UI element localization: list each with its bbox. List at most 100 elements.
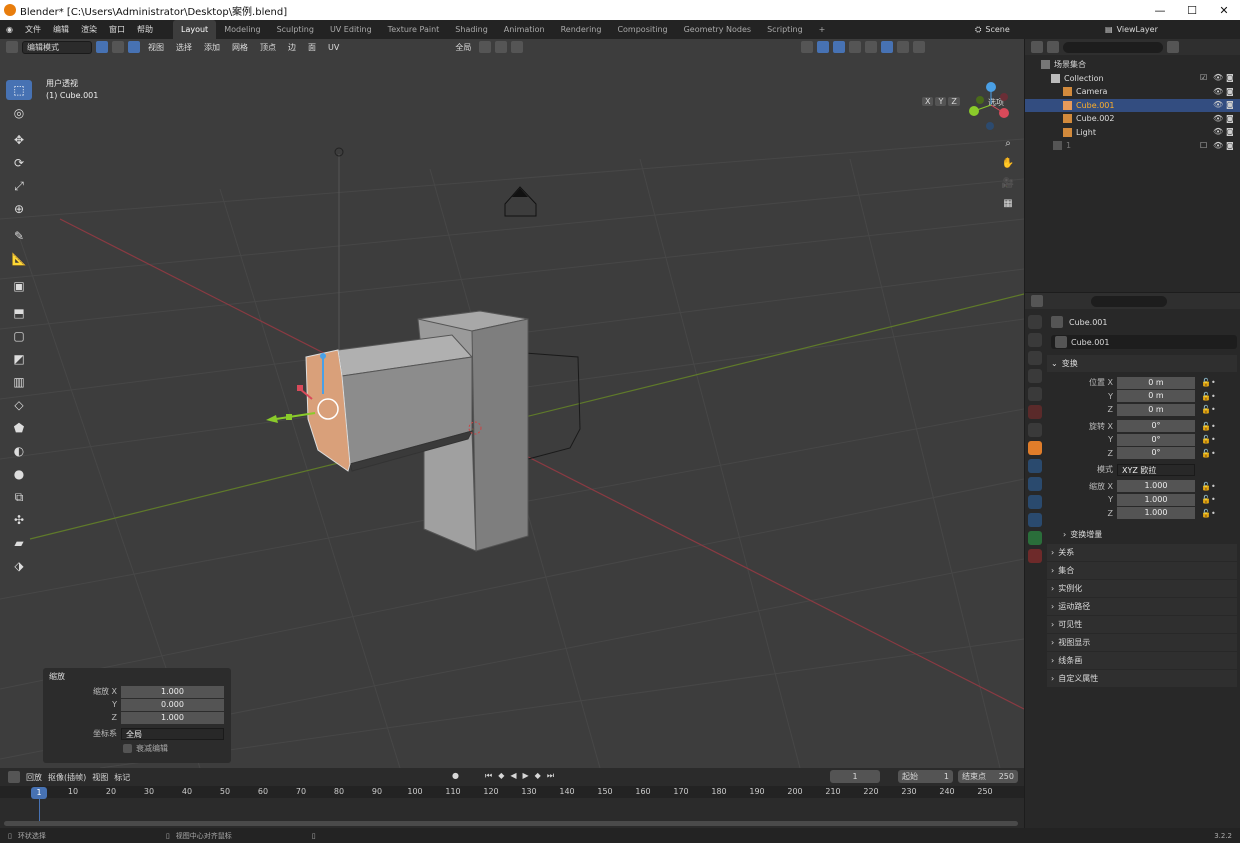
- menu-vertex[interactable]: 顶点: [256, 42, 280, 53]
- output-tab-icon[interactable]: [1028, 351, 1042, 365]
- camera-icon[interactable]: ◙: [1226, 141, 1234, 150]
- menu-file[interactable]: 文件: [19, 24, 47, 35]
- inset-tool-icon[interactable]: ▢: [6, 326, 32, 346]
- camera-icon[interactable]: ◙: [1226, 101, 1234, 109]
- outliner-row-camera[interactable]: Camera 👁 ◙: [1025, 85, 1240, 99]
- add-cube-tool-icon[interactable]: ▣: [6, 276, 32, 296]
- camera-object[interactable]: [504, 186, 537, 217]
- edge-select-icon[interactable]: [112, 41, 124, 53]
- tab-scripting[interactable]: Scripting: [759, 20, 811, 39]
- proportional-edit-icon[interactable]: [511, 41, 524, 53]
- lock-icon[interactable]: 🔓: [1201, 422, 1211, 431]
- visibility-icon[interactable]: [801, 41, 814, 53]
- jump-end-icon[interactable]: ⏭: [547, 771, 554, 781]
- menu-playback[interactable]: 回放: [26, 772, 42, 783]
- last-operator-panel[interactable]: 缩放 缩放 X 1.000 Y 0.000 Z 1.000 坐标系 全局 衰减编…: [43, 668, 231, 763]
- lock-icon[interactable]: 🔓: [1201, 495, 1211, 504]
- play-icon[interactable]: ▶: [523, 771, 529, 781]
- menu-window[interactable]: 窗口: [103, 24, 131, 35]
- tab-texture-paint[interactable]: Texture Paint: [380, 20, 448, 39]
- rotation-z-field[interactable]: 0°: [1117, 447, 1195, 460]
- menu-select[interactable]: 选择: [172, 42, 196, 53]
- jump-start-icon[interactable]: ⏮: [485, 771, 492, 781]
- orientation-selector[interactable]: 全局: [451, 42, 475, 53]
- camera-view-icon[interactable]: 🎥: [1000, 176, 1016, 192]
- 3d-viewport[interactable]: 编辑模式 视图 选择 添加 网格 顶点 边 面 UV 全局 X Y Z 选项 用…: [0, 39, 1024, 768]
- menu-timeline-view[interactable]: 视图: [92, 772, 108, 783]
- close-button[interactable]: ✕: [1208, 4, 1240, 17]
- display-mode-icon[interactable]: [1047, 41, 1059, 53]
- material-tab-icon[interactable]: [1028, 549, 1042, 563]
- camera-icon[interactable]: ◙: [1226, 114, 1234, 123]
- ortho-grid-icon[interactable]: ▦: [1000, 196, 1016, 212]
- move-tool-icon[interactable]: ✥: [6, 130, 32, 150]
- editor-type-icon[interactable]: [6, 41, 18, 53]
- maximize-button[interactable]: ☐: [1176, 4, 1208, 17]
- rotation-x-field[interactable]: 0°: [1117, 420, 1195, 433]
- tab-sculpting[interactable]: Sculpting: [269, 20, 322, 39]
- menu-add[interactable]: 添加: [200, 42, 224, 53]
- face-select-icon[interactable]: [128, 41, 140, 53]
- menu-render[interactable]: 渲染: [75, 24, 103, 35]
- checkbox-icon[interactable]: ☐: [1200, 141, 1208, 150]
- eye-icon[interactable]: 👁: [1213, 101, 1223, 109]
- timeline-scrollbar[interactable]: [4, 821, 1018, 826]
- menu-edit[interactable]: 编辑: [47, 24, 75, 35]
- object-tab-icon[interactable]: [1028, 441, 1042, 455]
- constraints-tab-icon[interactable]: [1028, 513, 1042, 527]
- lock-icon[interactable]: 🔓: [1201, 482, 1211, 491]
- measure-tool-icon[interactable]: 📐: [6, 249, 32, 269]
- section-instancing[interactable]: › 实例化: [1047, 580, 1237, 597]
- render-tab-icon[interactable]: [1028, 333, 1042, 347]
- record-icon[interactable]: ●: [452, 771, 459, 781]
- pan-hand-icon[interactable]: ✋: [1000, 156, 1016, 172]
- tool-tab-icon[interactable]: [1028, 315, 1042, 329]
- camera-icon[interactable]: ◙: [1226, 87, 1234, 96]
- camera-icon[interactable]: ◙: [1226, 74, 1234, 82]
- menu-face[interactable]: 面: [304, 42, 320, 53]
- tab-uv-editing[interactable]: UV Editing: [322, 20, 380, 39]
- tab-animation[interactable]: Animation: [496, 20, 553, 39]
- keyframe-dot-icon[interactable]: •: [1211, 405, 1217, 414]
- keyframe-dot-icon[interactable]: •: [1211, 435, 1217, 444]
- object-datablock-field[interactable]: Cube.001: [1051, 335, 1237, 349]
- poly-build-tool-icon[interactable]: ⬟: [6, 418, 32, 438]
- menu-mesh[interactable]: 网格: [228, 42, 252, 53]
- checkbox-icon[interactable]: ☑: [1200, 74, 1208, 82]
- blender-menu-icon[interactable]: ◉: [0, 25, 19, 34]
- tab-compositing[interactable]: Compositing: [609, 20, 675, 39]
- lock-icon[interactable]: 🔓: [1201, 435, 1211, 444]
- tab-layout[interactable]: Layout: [172, 20, 217, 39]
- outliner-row-cube-001[interactable]: Cube.001 👁 ◙: [1025, 98, 1240, 112]
- keyframe-dot-icon[interactable]: •: [1211, 509, 1217, 518]
- lock-icon[interactable]: 🔓: [1201, 509, 1211, 518]
- world-tab-icon[interactable]: [1028, 405, 1042, 419]
- annotate-tool-icon[interactable]: ✎: [6, 226, 32, 246]
- bevel-tool-icon[interactable]: ◩: [6, 349, 32, 369]
- mode-selector[interactable]: 编辑模式: [22, 40, 92, 54]
- xray-icon[interactable]: [849, 41, 862, 53]
- outliner-search-input[interactable]: [1063, 41, 1163, 53]
- outliner-row-cube-002[interactable]: Cube.002 👁 ◙: [1025, 112, 1240, 126]
- outliner-row-light[interactable]: Light 👁 ◙: [1025, 126, 1240, 140]
- proportional-checkbox[interactable]: 衰减编辑: [43, 743, 231, 754]
- shear-tool-icon[interactable]: ▰: [6, 533, 32, 553]
- lock-icon[interactable]: 🔓: [1201, 405, 1211, 414]
- location-z-field[interactable]: 0 m: [1117, 403, 1195, 416]
- tab-shading[interactable]: Shading: [447, 20, 496, 39]
- data-tab-icon[interactable]: [1028, 531, 1042, 545]
- scale-x-field[interactable]: 1.000: [121, 685, 224, 698]
- knife-tool-icon[interactable]: ◇: [6, 395, 32, 415]
- extrude-tool-icon[interactable]: ⬒: [6, 303, 32, 323]
- prev-keyframe-icon[interactable]: ◆: [498, 771, 504, 781]
- camera-icon[interactable]: ◙: [1226, 128, 1234, 136]
- timeline-editor-icon[interactable]: [8, 771, 20, 783]
- pivot-icon[interactable]: [479, 41, 492, 53]
- edge-slide-tool-icon[interactable]: ⧉: [6, 487, 32, 507]
- vertex-select-icon[interactable]: [96, 41, 108, 53]
- menu-view[interactable]: 视图: [144, 42, 168, 53]
- keyframe-dot-icon[interactable]: •: [1211, 422, 1217, 431]
- cursor-tool-icon[interactable]: ◎: [6, 103, 32, 123]
- menu-keying[interactable]: 抠像(插帧): [48, 772, 86, 783]
- section-custom-properties[interactable]: › 自定义属性: [1047, 670, 1237, 687]
